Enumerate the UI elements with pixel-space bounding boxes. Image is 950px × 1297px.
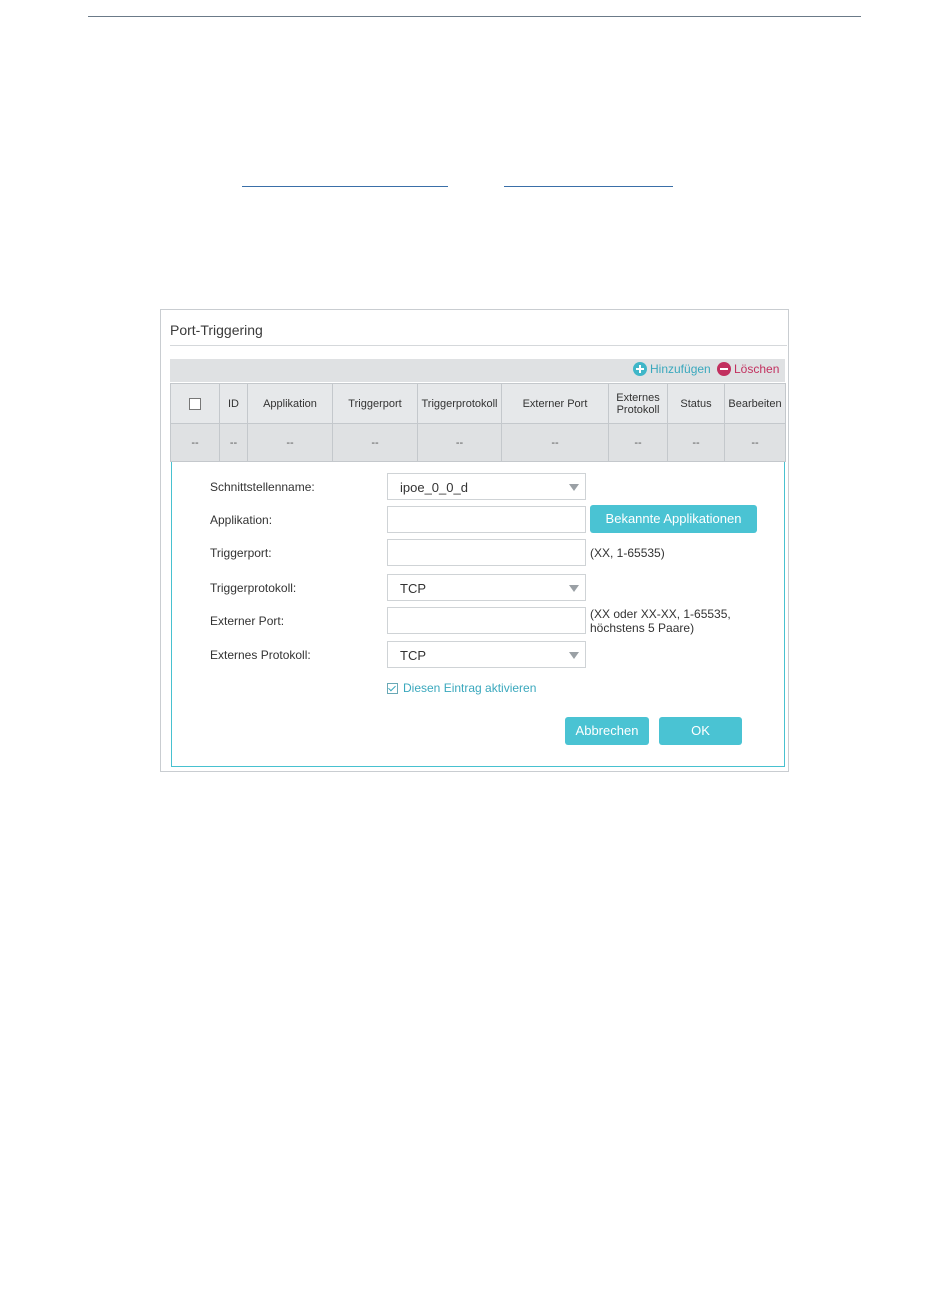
column-header: Status xyxy=(667,383,725,424)
rules-table: ID Applikation Triggerport Triggerprotok… xyxy=(170,383,786,462)
table-cell: -- xyxy=(667,423,725,462)
interface-name-value: ipoe_0_0_d xyxy=(400,480,468,495)
delete-label: Löschen xyxy=(734,362,780,376)
rule-editor-form: Schnittstellenname: ipoe_0_0_d Applikati… xyxy=(171,462,785,767)
table-row: -- -- -- -- -- -- -- -- -- xyxy=(170,423,786,462)
port-triggering-panel: Port-Triggering Hinzufügen Löschen ID Ap… xyxy=(160,309,789,772)
external-port-hint: (XX oder XX-XX, 1-65535, höchstens 5 Paa… xyxy=(590,607,731,635)
delete-button[interactable]: Löschen xyxy=(717,362,779,376)
column-header: Applikation xyxy=(247,383,333,424)
chevron-down-icon xyxy=(569,484,579,491)
cancel-button[interactable]: Abbrechen xyxy=(565,717,649,745)
column-header: Bearbeiten xyxy=(724,383,786,424)
external-port-input[interactable] xyxy=(387,607,586,634)
link-underline-2[interactable] xyxy=(504,186,673,187)
table-cell: -- xyxy=(417,423,502,462)
triggerport-input[interactable] xyxy=(387,539,586,566)
application-input[interactable] xyxy=(387,506,586,533)
table-cell: -- xyxy=(608,423,668,462)
application-label: Applikation: xyxy=(210,513,273,527)
external-port-hint-line-1: (XX oder XX-XX, 1-65535, xyxy=(590,607,731,621)
enable-entry-label: Diesen Eintrag aktivieren xyxy=(403,681,537,695)
table-cell: -- xyxy=(247,423,333,462)
external-protocol-value: TCP xyxy=(400,648,426,663)
link-underline-1[interactable] xyxy=(242,186,448,187)
add-button[interactable]: Hinzufügen xyxy=(633,362,711,376)
table-toolbar: Hinzufügen Löschen xyxy=(170,359,785,382)
triggerport-label: Triggerport: xyxy=(210,546,272,560)
enable-entry-checkbox[interactable]: Diesen Eintrag aktivieren xyxy=(387,681,536,695)
select-all-checkbox[interactable] xyxy=(189,397,201,410)
column-header: Externer Port xyxy=(501,383,609,424)
chevron-down-icon xyxy=(569,585,579,592)
external-port-label: Externer Port: xyxy=(210,614,285,628)
delete-icon xyxy=(717,362,731,376)
triggerprotocol-label: Triggerprotokoll: xyxy=(210,581,297,595)
triggerprotocol-select[interactable]: TCP xyxy=(387,574,586,601)
external-port-hint-line-2: höchstens 5 Paare) xyxy=(590,621,695,635)
page-top-divider xyxy=(88,16,861,17)
column-header: Externes Protokoll xyxy=(608,383,668,424)
add-label: Hinzufügen xyxy=(650,362,711,376)
interface-name-select[interactable]: ipoe_0_0_d xyxy=(387,473,586,500)
panel-title: Port-Triggering xyxy=(170,322,263,338)
table-cell: -- xyxy=(332,423,418,462)
known-applications-button[interactable]: Bekannte Applikationen xyxy=(590,505,757,533)
external-protocol-label: Externes Protokoll: xyxy=(210,648,311,662)
panel-title-divider xyxy=(170,345,787,346)
select-all-header[interactable] xyxy=(170,383,220,424)
table-cell: -- xyxy=(170,423,220,462)
interface-name-label: Schnittstellenname: xyxy=(210,480,315,494)
add-icon xyxy=(633,362,647,376)
triggerport-hint: (XX, 1-65535) xyxy=(590,546,665,560)
chevron-down-icon xyxy=(569,652,579,659)
table-cell: -- xyxy=(501,423,609,462)
column-header: Triggerprotokoll xyxy=(417,383,502,424)
external-protocol-select[interactable]: TCP xyxy=(387,641,586,668)
table-header-row: ID Applikation Triggerport Triggerprotok… xyxy=(170,383,786,424)
table-cell: -- xyxy=(724,423,786,462)
column-header: ID xyxy=(219,383,248,424)
checkbox-checked-icon[interactable] xyxy=(387,682,398,694)
table-cell: -- xyxy=(219,423,248,462)
ok-button[interactable]: OK xyxy=(659,717,742,745)
column-header: Triggerport xyxy=(332,383,418,424)
triggerprotocol-value: TCP xyxy=(400,581,426,596)
